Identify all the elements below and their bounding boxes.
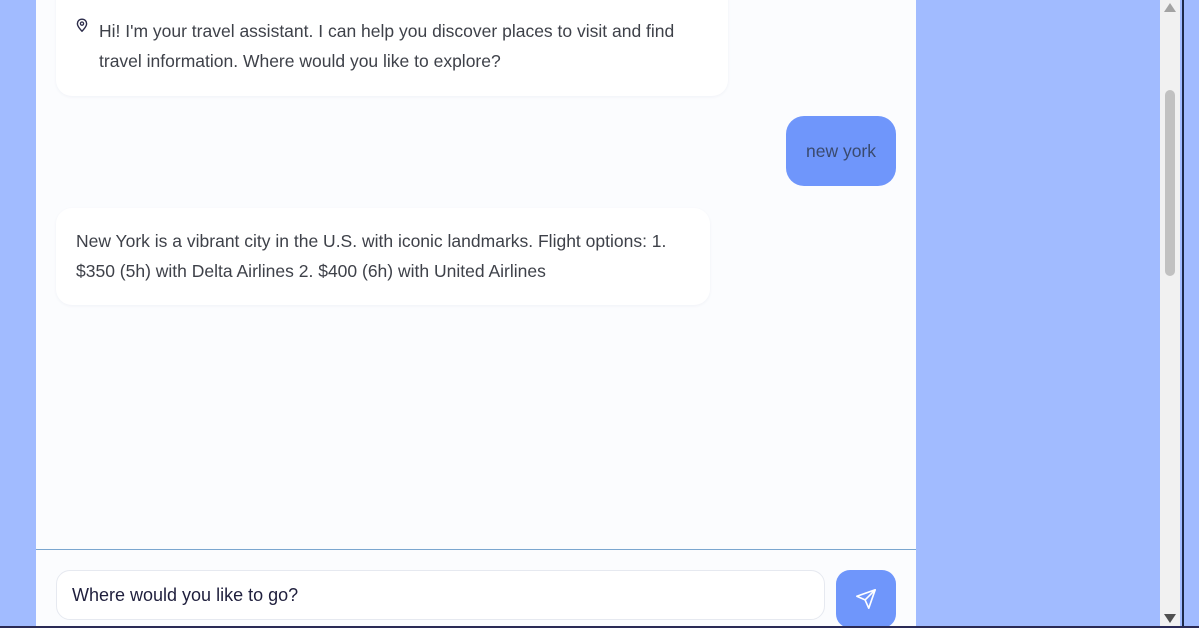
message-text: new york [805, 140, 877, 161]
scroll-thumb[interactable] [1165, 90, 1175, 276]
chat-panel: Hi! I'm your travel assistant. I can hel… [36, 0, 916, 628]
message-text: New York is a vibrant city in the U.S. w… [76, 231, 667, 281]
scroll-down-arrow-icon[interactable] [1164, 614, 1176, 623]
message-list: Hi! I'm your travel assistant. I can hel… [36, 0, 916, 549]
composer-divider [36, 549, 916, 550]
scroll-up-arrow-icon[interactable] [1164, 3, 1176, 12]
message-input[interactable] [56, 570, 825, 620]
send-icon [856, 589, 876, 609]
window-border [1182, 0, 1184, 628]
window-edge [1180, 0, 1199, 628]
map-pin-icon [76, 18, 88, 33]
page-scrollbar[interactable] [1160, 0, 1180, 628]
user-message: new york [786, 116, 896, 186]
message-text: Hi! I'm your travel assistant. I can hel… [99, 21, 675, 71]
assistant-message: New York is a vibrant city in the U.S. w… [56, 208, 710, 305]
send-button[interactable] [836, 570, 896, 628]
assistant-message: Hi! I'm your travel assistant. I can hel… [56, 0, 728, 96]
